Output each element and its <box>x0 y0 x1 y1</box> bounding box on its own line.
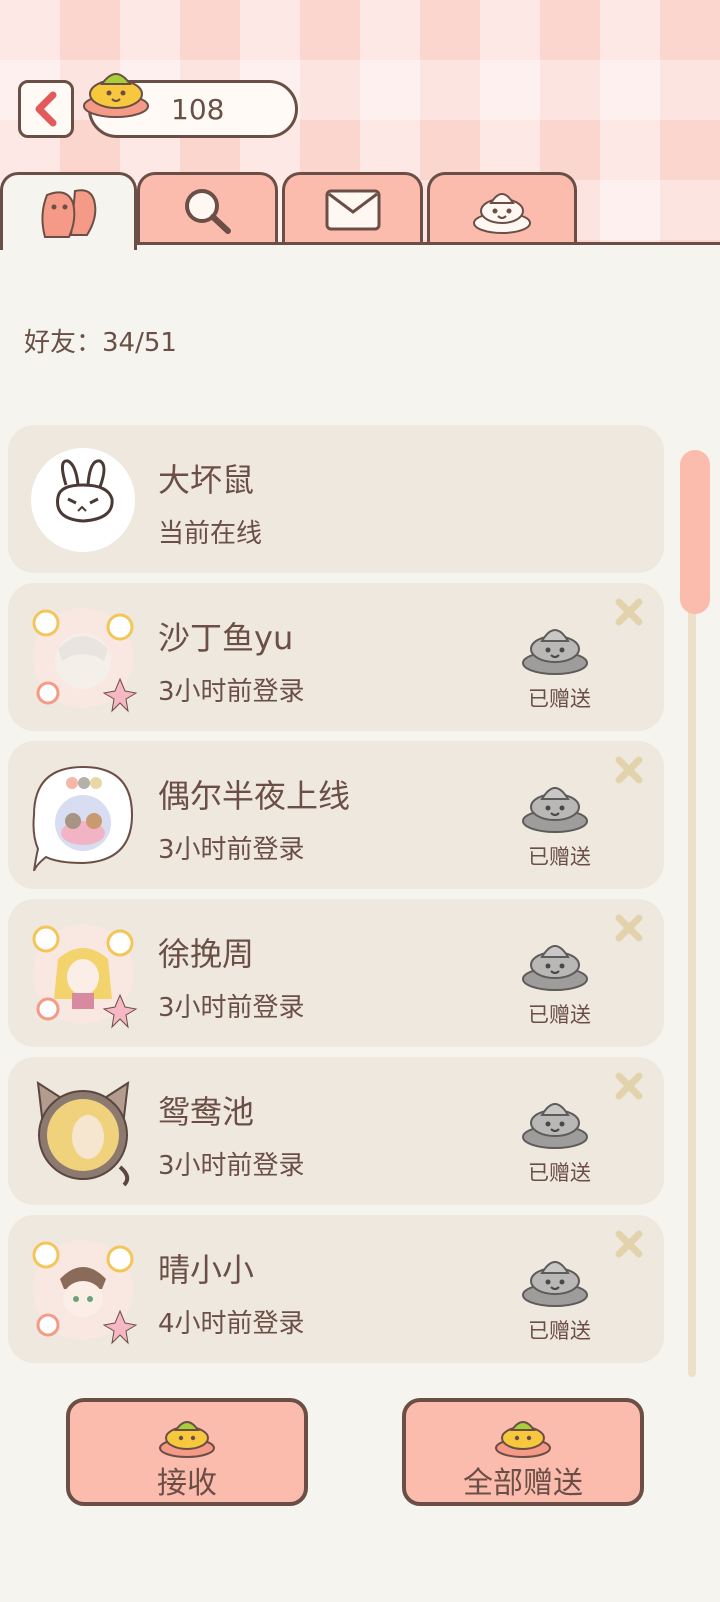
poop-coin-icon <box>83 73 149 118</box>
avatar <box>36 1081 130 1187</box>
friend-name: 晴小小 <box>158 1251 255 1289</box>
avatar <box>32 608 138 713</box>
remove-friend-icon[interactable] <box>614 913 644 943</box>
friend-status: 4小时前登录 <box>158 1309 305 1339</box>
tab-mail[interactable] <box>282 172 423 244</box>
coin-count: 108 <box>171 93 225 126</box>
friend-status: 3小时前登录 <box>158 677 305 707</box>
gift-sent-label: 已赠送 <box>528 845 591 869</box>
remove-friend-icon[interactable] <box>614 755 644 785</box>
avatar <box>31 448 135 552</box>
gift-sent-icon <box>522 945 588 991</box>
friend-name: 大坏鼠 <box>158 461 255 499</box>
gift-sent-label: 已赠送 <box>528 1161 591 1185</box>
remove-friend-icon[interactable] <box>614 597 644 627</box>
friend-card[interactable]: 偶尔半夜上线 3小时前登录 已赠送 <box>8 741 664 889</box>
poop-coin-icon <box>495 1421 551 1458</box>
friend-status: 3小时前登录 <box>158 1151 305 1181</box>
remove-friend-icon[interactable] <box>614 1229 644 1259</box>
chevron-left-icon <box>35 91 57 127</box>
send-all-label: 全部赠送 <box>463 1466 583 1501</box>
receive-label: 接收 <box>157 1466 217 1501</box>
friend-status: 当前在线 <box>158 519 263 549</box>
avatar <box>32 924 138 1029</box>
tab-search[interactable] <box>137 172 278 244</box>
friend-card[interactable]: 鸳鸯池 3小时前登录 已赠送 <box>8 1057 664 1205</box>
friend-name: 徐挽周 <box>158 935 255 973</box>
send-all-button[interactable]: 全部赠送 <box>402 1398 644 1506</box>
avatar <box>32 765 134 871</box>
friend-name: 鸳鸯池 <box>158 1093 255 1131</box>
friend-card[interactable]: 大坏鼠 当前在线 <box>8 425 664 573</box>
gift-sent-label: 已赠送 <box>528 1003 591 1027</box>
avatar <box>32 1240 138 1345</box>
receive-button[interactable]: 接收 <box>66 1398 308 1506</box>
scrollbar-thumb[interactable] <box>680 450 710 614</box>
friend-name: 偶尔半夜上线 <box>158 777 351 815</box>
gift-sent-label: 已赠送 <box>528 687 591 711</box>
gift-sent-icon <box>522 629 588 675</box>
tabs-baseline <box>137 242 720 245</box>
tab-friends[interactable] <box>0 172 137 250</box>
gift-sent-label: 已赠送 <box>528 1319 591 1343</box>
friend-count: 好友：34/51 <box>24 328 177 358</box>
gift-sent-icon <box>522 787 588 833</box>
friend-status: 3小时前登录 <box>158 993 305 1023</box>
poop-coin-icon <box>159 1421 215 1458</box>
poop-icon <box>473 192 531 234</box>
gift-sent-icon <box>522 1103 588 1149</box>
mail-icon <box>325 189 380 230</box>
remove-friend-icon[interactable] <box>614 1071 644 1101</box>
friend-name: 沙丁鱼yu <box>158 619 294 657</box>
tab-poop[interactable] <box>427 172 577 244</box>
friend-card[interactable]: 徐挽周 3小时前登录 已赠送 <box>8 899 664 1047</box>
friend-card[interactable]: 晴小小 4小时前登录 已赠送 <box>8 1215 664 1363</box>
gift-sent-icon <box>522 1261 588 1307</box>
friends-icon <box>40 188 96 238</box>
friend-status: 3小时前登录 <box>158 835 305 865</box>
search-icon <box>184 188 231 234</box>
back-button[interactable] <box>18 80 74 138</box>
friend-card[interactable]: 沙丁鱼yu 3小时前登录 已赠送 <box>8 583 664 731</box>
